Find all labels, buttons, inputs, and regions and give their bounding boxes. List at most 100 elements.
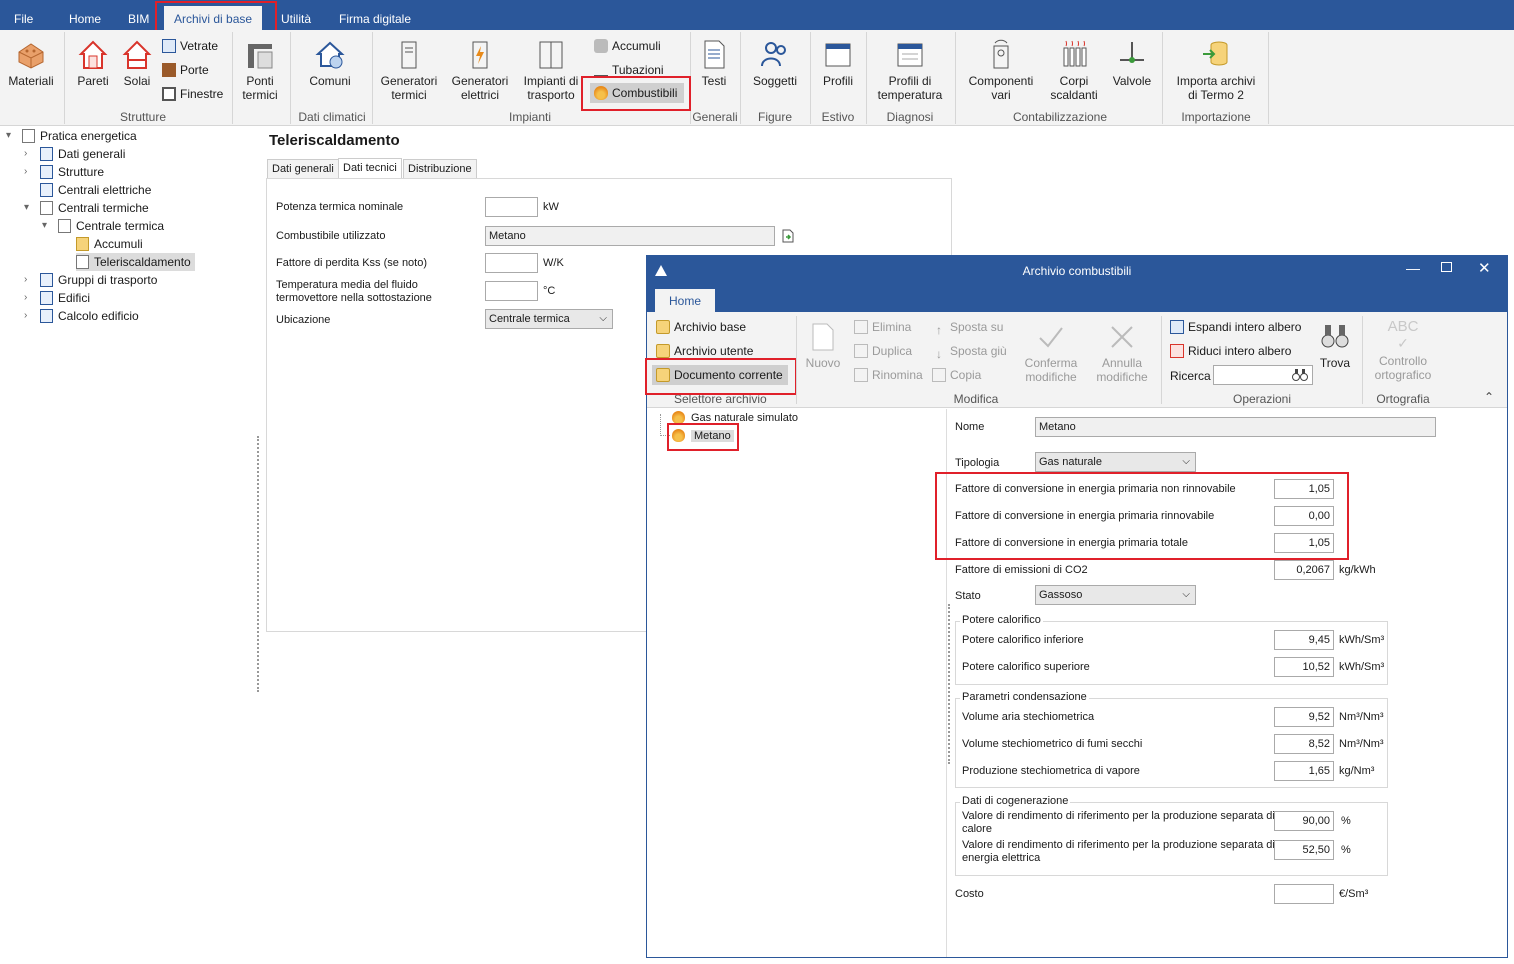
espandi-albero-button[interactable]: Espandi intero albero (1170, 317, 1301, 337)
controllo-ortografico-button[interactable]: ABC ✓ Controllo ortografico (1368, 319, 1438, 382)
tree-edifici[interactable]: Edifici (40, 289, 90, 307)
trova-button[interactable]: Trova (1318, 322, 1352, 370)
annulla-modifiche-button[interactable]: Annulla modifiche (1090, 322, 1154, 384)
importa-archivi-button[interactable]: Importa archivi di Termo 2 (1170, 38, 1262, 102)
splitter-handle[interactable] (948, 604, 952, 764)
close-icon[interactable]: ✕ (1478, 259, 1491, 277)
vetrate-button[interactable]: Vetrate (162, 36, 218, 56)
temperatura-input[interactable] (485, 281, 538, 301)
espandi-label: Espandi intero albero (1188, 320, 1302, 334)
tree-dati-generali[interactable]: Dati generali (40, 145, 125, 163)
chevron-down-icon[interactable]: ▾ (6, 130, 11, 141)
tab-distribuzione[interactable]: Distribuzione (403, 159, 477, 179)
rinomina-button[interactable]: Rinomina (854, 365, 923, 385)
dialog-tab-home[interactable]: Home (655, 289, 715, 313)
kss-input[interactable] (485, 253, 538, 273)
soggetti-button[interactable]: Soggetti (748, 38, 802, 88)
chevron-down-icon[interactable]: ▾ (42, 220, 47, 231)
tab-dati-tecnici[interactable]: Dati tecnici (338, 158, 402, 179)
tree-centrali-elettriche[interactable]: Centrali elettriche (40, 181, 151, 199)
maximize-icon[interactable] (1441, 262, 1452, 272)
potenza-input[interactable] (485, 197, 538, 217)
materiali-button[interactable]: Materiali (6, 38, 56, 88)
nome-field[interactable]: Metano (1035, 417, 1436, 437)
nuovo-button[interactable]: Nuovo (802, 322, 844, 370)
chevron-right-icon[interactable]: › (24, 148, 27, 159)
page-title: Teleriscaldamento (269, 132, 400, 149)
fuel-list (647, 409, 947, 957)
menu-utilita[interactable]: Utilità (277, 0, 315, 30)
rend-el-input[interactable]: 52,50 (1274, 840, 1334, 860)
chevron-right-icon[interactable]: › (24, 166, 27, 177)
profili-temperatura-button[interactable]: Profili di temperatura (872, 38, 948, 102)
tree-accumuli[interactable]: Accumuli (76, 235, 143, 253)
combustibile-field[interactable]: Metano (485, 226, 775, 246)
co2-input[interactable]: 0,2067 (1274, 560, 1334, 580)
pareti-button[interactable]: Pareti (74, 38, 112, 88)
minimize-icon[interactable]: — (1406, 260, 1420, 276)
tipologia-select[interactable]: Gas naturale ⌵ (1035, 452, 1196, 472)
chevron-right-icon[interactable]: › (24, 292, 27, 303)
chevron-down-icon[interactable]: ▾ (24, 202, 29, 213)
tree-label: Accumuli (94, 237, 143, 251)
ponti-termici-button[interactable]: Ponti termici (238, 38, 282, 102)
costo-input[interactable] (1274, 884, 1334, 904)
binoculars-icon[interactable] (1292, 368, 1308, 382)
tree-teleriscaldamento[interactable]: Teleriscaldamento (76, 253, 195, 271)
tab-dati-generali[interactable]: Dati generali (267, 159, 339, 179)
accumuli-button[interactable]: Accumuli (594, 36, 661, 56)
duplica-button[interactable]: Duplica (854, 341, 912, 361)
hierarchy-icon (58, 219, 71, 233)
menu-home[interactable]: Home (65, 0, 105, 30)
conferma-modifiche-button[interactable]: Conferma modifiche (1018, 322, 1084, 384)
costo-label: Costo (955, 888, 984, 900)
vapore-input[interactable]: 1,65 (1274, 761, 1334, 781)
finestre-button[interactable]: Finestre (162, 84, 223, 104)
group-separator (64, 32, 65, 124)
splitter-handle[interactable] (257, 436, 261, 692)
tree-gruppi-trasporto[interactable]: Gruppi di trasporto (40, 271, 157, 289)
group-separator (796, 316, 797, 404)
stato-select[interactable]: Gassoso ⌵ (1035, 585, 1196, 605)
aria-input[interactable]: 9,52 (1274, 707, 1334, 727)
sposta-giu-button[interactable]: ↓ Sposta giù (932, 341, 1007, 361)
annulla-label-1: Annulla (1101, 356, 1143, 370)
valvole-button[interactable]: Valvole (1110, 38, 1154, 88)
tree-strutture[interactable]: Strutture (40, 163, 104, 181)
generatori-termici-button[interactable]: Generatori termici (378, 38, 440, 102)
testi-button[interactable]: Testi (696, 38, 732, 88)
menu-firma-digitale[interactable]: Firma digitale (335, 0, 415, 30)
pcs-input[interactable]: 10,52 (1274, 657, 1334, 677)
rend-calore-input[interactable]: 90,00 (1274, 811, 1334, 831)
componenti-vari-button[interactable]: Componenti vari (964, 38, 1038, 102)
archivio-base-button[interactable]: Archivio base (656, 317, 746, 337)
meter-icon (993, 39, 1009, 69)
pci-input[interactable]: 9,45 (1274, 630, 1334, 650)
tree-calcolo-edificio[interactable]: Calcolo edificio (40, 307, 139, 325)
ubicazione-label: Ubicazione (276, 314, 331, 326)
solai-button[interactable]: Solai (118, 38, 156, 88)
fumi-input[interactable]: 8,52 (1274, 734, 1334, 754)
corpi-scaldanti-button[interactable]: Corpi scaldanti (1046, 38, 1102, 102)
collapse-ribbon-icon[interactable]: ⌃ (1484, 390, 1494, 404)
elimina-button[interactable]: Elimina (854, 317, 911, 337)
cross-icon (1111, 326, 1133, 348)
impianti-trasporto-button[interactable]: Impianti di trasporto (518, 38, 584, 102)
copia-button[interactable]: Copia (932, 365, 981, 385)
ubicazione-select[interactable]: Centrale termica ⌵ (485, 309, 613, 329)
profili-button[interactable]: Profili (816, 38, 860, 88)
tree-centrali-termiche[interactable]: Centrali termiche (40, 199, 149, 217)
menu-file[interactable]: File (10, 0, 37, 30)
chevron-right-icon[interactable]: › (24, 310, 27, 321)
generatori-elettrici-button[interactable]: Generatori elettrici (449, 38, 511, 102)
sposta-su-button[interactable]: ↑ Sposta su (932, 317, 1003, 337)
porte-button[interactable]: Porte (162, 60, 209, 80)
tree-root[interactable]: Pratica energetica (22, 127, 137, 145)
collapse-tree-icon (1170, 344, 1184, 358)
comuni-button[interactable]: Comuni (304, 38, 356, 88)
chevron-right-icon[interactable]: › (24, 274, 27, 285)
menu-bim[interactable]: BIM (124, 0, 153, 30)
riduci-albero-button[interactable]: Riduci intero albero (1170, 341, 1291, 361)
tree-centrale-termica[interactable]: Centrale termica (58, 217, 164, 235)
select-archive-icon[interactable] (780, 228, 796, 244)
